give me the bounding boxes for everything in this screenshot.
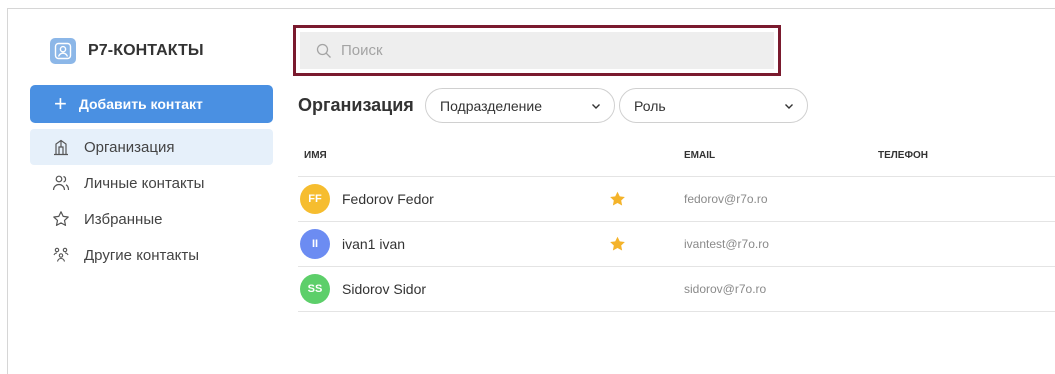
- sidebar-item-label: Другие контакты: [84, 246, 199, 264]
- filter-title: Организация: [298, 95, 414, 115]
- plus-icon: +: [54, 91, 67, 116]
- building-icon: [54, 139, 68, 156]
- search-bar: [300, 32, 774, 69]
- contact-name-cell: II ivan1 ivan: [298, 229, 684, 259]
- add-contact-label: Добавить контакт: [78, 96, 203, 112]
- app-brand: Р7-КОНТАКТЫ: [50, 38, 204, 64]
- contact-email: ivantest@r7o.ro: [684, 237, 769, 251]
- contact-name: Fedorov Fedor: [342, 191, 434, 207]
- role-dropdown-value: Роль: [634, 97, 666, 114]
- avatar: FF: [300, 184, 330, 214]
- favorite-star-icon[interactable]: [609, 191, 626, 208]
- contact-name-cell: SS Sidorov Sidor: [298, 274, 684, 304]
- contact-email: sidorov@r7o.ro: [684, 282, 767, 296]
- table-row[interactable]: II ivan1 ivan ivantest@r7o.ro: [298, 222, 1055, 267]
- people-icon: [52, 175, 70, 191]
- sidebar-item-favorites[interactable]: Избранные: [30, 201, 273, 237]
- favorite-star-icon[interactable]: [609, 236, 626, 253]
- search-input[interactable]: [341, 42, 741, 59]
- contacts-logo-icon: [50, 38, 76, 64]
- department-dropdown[interactable]: Подразделение: [425, 88, 615, 123]
- contact-name: Sidorov Sidor: [342, 281, 427, 297]
- chevron-down-icon: [592, 103, 600, 109]
- sidebar-item-organization[interactable]: Организация: [30, 129, 273, 165]
- contact-name: ivan1 ivan: [342, 236, 406, 252]
- group-icon: [53, 247, 69, 262]
- contact-email: fedorov@r7o.ro: [684, 192, 768, 206]
- contact-name-cell: FF Fedorov Fedor: [298, 184, 684, 214]
- sidebar-item-personal-contacts[interactable]: Личные контакты: [30, 165, 273, 201]
- sidebar-item-label: Личные контакты: [84, 174, 205, 192]
- column-header-name[interactable]: ИМЯ: [298, 150, 684, 161]
- search-icon: [316, 43, 331, 58]
- role-dropdown[interactable]: Роль: [619, 88, 808, 123]
- table-row[interactable]: FF Fedorov Fedor fedorov@r7o.ro: [298, 177, 1055, 222]
- app-title: Р7-КОНТАКТЫ: [88, 42, 204, 59]
- search-highlight-frame: [293, 25, 781, 76]
- sidebar-item-label: Организация: [84, 138, 175, 156]
- table-row[interactable]: SS Sidorov Sidor sidorov@r7o.ro: [298, 267, 1055, 312]
- column-header-email[interactable]: EMAIL: [684, 150, 878, 161]
- star-outline-icon: [53, 211, 69, 226]
- department-dropdown-value: Подразделение: [440, 97, 543, 114]
- chevron-down-icon: [785, 103, 793, 109]
- sidebar-item-label: Избранные: [84, 210, 163, 228]
- add-contact-button[interactable]: + Добавить контакт: [30, 85, 273, 123]
- table-header: ИМЯ EMAIL ТЕЛЕФОН: [298, 135, 1055, 177]
- avatar: II: [300, 229, 330, 259]
- sidebar-nav: Организация Личные контакты Избранные Др…: [30, 129, 273, 273]
- sidebar-item-other-contacts[interactable]: Другие контакты: [30, 237, 273, 273]
- avatar: SS: [300, 274, 330, 304]
- contacts-table: ИМЯ EMAIL ТЕЛЕФОН FF Fedorov Fedor fedor…: [298, 135, 1055, 312]
- column-header-phone[interactable]: ТЕЛЕФОН: [878, 150, 1055, 161]
